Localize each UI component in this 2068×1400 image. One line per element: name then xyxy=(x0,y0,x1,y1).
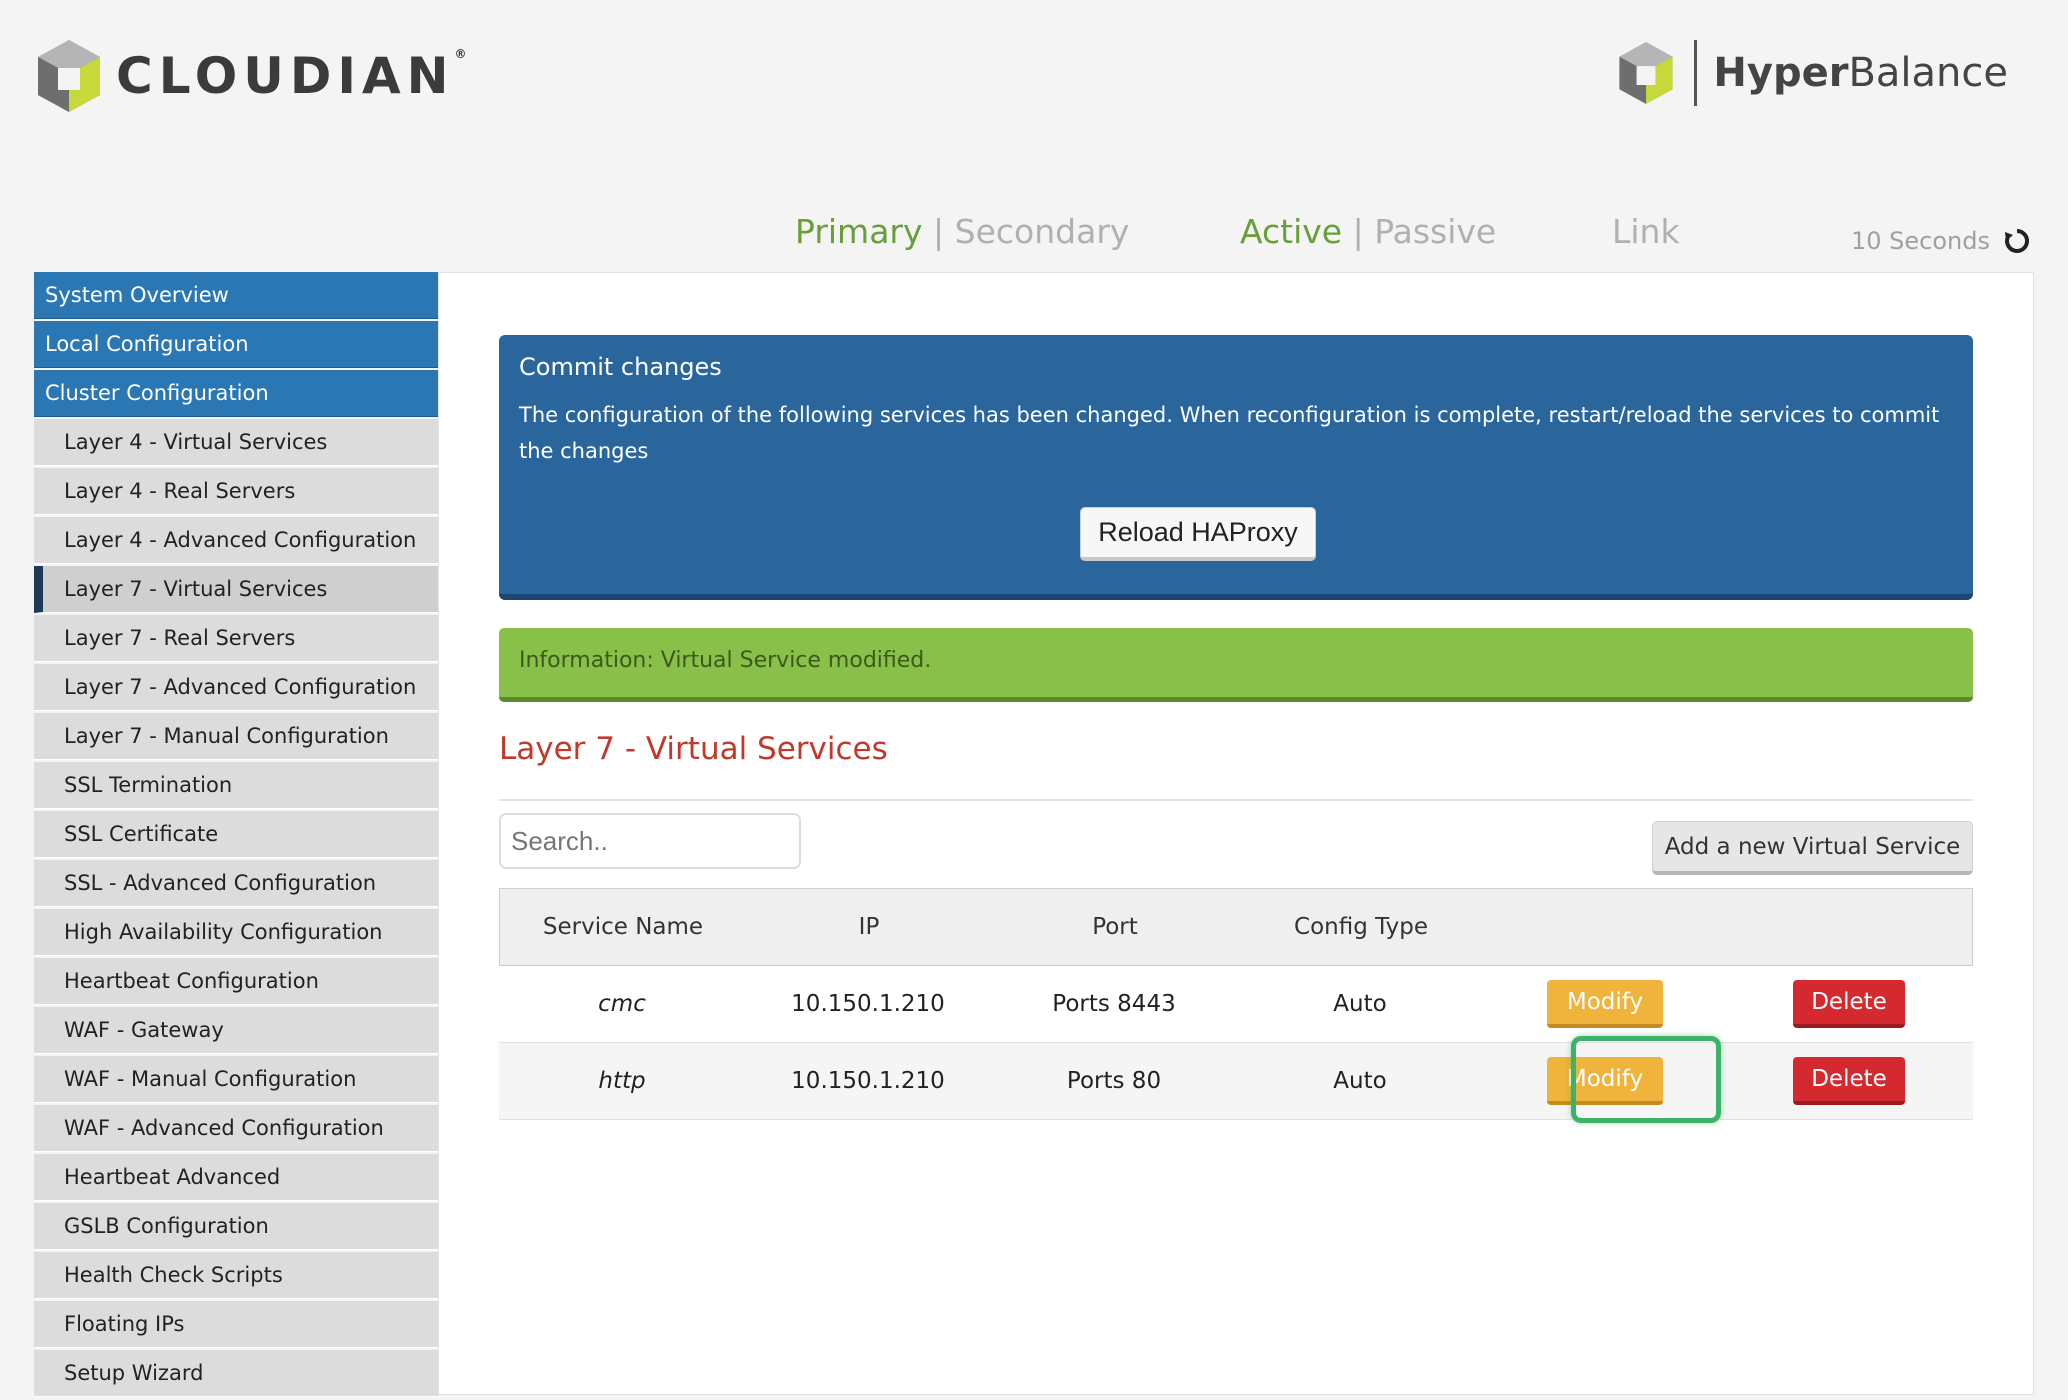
sidebar-item-gslb-configuration[interactable]: GSLB Configuration xyxy=(34,1203,438,1250)
sidebar-item-waf-manual-configuration[interactable]: WAF - Manual Configuration xyxy=(34,1056,438,1103)
table-row: http 10.150.1.210 Ports 80 Auto Modify D… xyxy=(499,1043,1973,1120)
sidebar-item-system-overview[interactable]: System Overview xyxy=(34,272,438,319)
cloudian-cube-icon xyxy=(38,40,100,112)
delete-button[interactable]: Delete xyxy=(1793,980,1905,1028)
table-row: cmc 10.150.1.210 Ports 8443 Auto Modify … xyxy=(499,966,1973,1043)
modify-button[interactable]: Modify xyxy=(1547,980,1663,1028)
virtual-services-table: Service Name IP Port Config Type cmc 10.… xyxy=(499,888,1973,1120)
column-header-port[interactable]: Port xyxy=(992,914,1238,940)
main-panel: Commit changes The configuration of the … xyxy=(438,272,2034,1395)
sidebar-item-waf-advanced-configuration[interactable]: WAF - Advanced Configuration xyxy=(34,1105,438,1152)
sidebar-item-heartbeat-configuration[interactable]: Heartbeat Configuration xyxy=(34,958,438,1005)
commit-message: The configuration of the following servi… xyxy=(519,403,1940,463)
sidebar-item-high-availability-configuration[interactable]: High Availability Configuration xyxy=(34,909,438,956)
sidebar-item-ssl-termination[interactable]: SSL Termination xyxy=(34,762,438,809)
sidebar-item-ssl-certificate[interactable]: SSL Certificate xyxy=(34,811,438,858)
ip-cell: 10.150.1.210 xyxy=(791,1068,945,1094)
refresh-interval-label: 10 Seconds xyxy=(1851,227,1990,255)
hyperbalance-logo: HyperBalance xyxy=(1616,40,2008,106)
sidebar-item-heartbeat-advanced[interactable]: Heartbeat Advanced xyxy=(34,1154,438,1201)
refresh-timer[interactable]: 10 Seconds xyxy=(1851,226,2032,256)
table-header: Service Name IP Port Config Type xyxy=(499,888,1973,966)
add-virtual-service-button[interactable]: Add a new Virtual Service xyxy=(1652,821,1973,875)
info-alert: Information: Virtual Service modified. xyxy=(499,628,1973,702)
sidebar-item-layer7-virtual-services[interactable]: Layer 7 - Virtual Services xyxy=(34,566,438,613)
primary-link[interactable]: Primary xyxy=(795,212,923,251)
sidebar-item-layer7-manual-configuration[interactable]: Layer 7 - Manual Configuration xyxy=(34,713,438,760)
port-cell: Ports 8443 xyxy=(1052,991,1176,1017)
cloudian-wordmark: CLOUDIAN® xyxy=(116,47,473,105)
column-header-config-type[interactable]: Config Type xyxy=(1238,914,1484,940)
active-link[interactable]: Active xyxy=(1240,212,1342,251)
delete-cell: Delete xyxy=(1727,980,1971,1028)
hyperbalance-cube-icon xyxy=(1619,42,1673,104)
secondary-link[interactable]: Secondary xyxy=(955,212,1130,251)
sidebar-item-cluster-configuration[interactable]: Cluster Configuration xyxy=(34,370,438,417)
sidebar-item-health-check-scripts[interactable]: Health Check Scripts xyxy=(34,1252,438,1299)
sidebar-nav: System Overview Local Configuration Clus… xyxy=(34,272,438,1399)
page-title: Layer 7 - Virtual Services xyxy=(499,731,888,767)
column-header-ip[interactable]: IP xyxy=(746,914,992,940)
config-type-cell: Auto xyxy=(1333,1068,1387,1094)
sidebar-item-setup-wizard[interactable]: Setup Wizard xyxy=(34,1350,438,1397)
sidebar-item-layer4-virtual-services[interactable]: Layer 4 - Virtual Services xyxy=(34,419,438,466)
logo-divider xyxy=(1694,40,1698,106)
node-role-status: Primary | Secondary xyxy=(795,212,1129,251)
sidebar-item-layer7-real-servers[interactable]: Layer 7 - Real Servers xyxy=(34,615,438,662)
port-cell: Ports 80 xyxy=(1066,1068,1162,1094)
status-separator: | xyxy=(933,212,945,251)
delete-button[interactable]: Delete xyxy=(1793,1057,1905,1105)
link-link[interactable]: Link xyxy=(1612,212,1680,251)
link-status: Link xyxy=(1612,212,1680,251)
commit-changes-panel: Commit changes The configuration of the … xyxy=(499,335,1973,600)
service-name-cell: http xyxy=(598,1068,646,1094)
refresh-icon[interactable] xyxy=(2002,226,2032,256)
cloudian-logo: CLOUDIAN® xyxy=(34,38,473,114)
delete-cell: Delete xyxy=(1727,1057,1971,1105)
config-type-cell: Auto xyxy=(1333,991,1387,1017)
sidebar-item-local-configuration[interactable]: Local Configuration xyxy=(34,321,438,368)
sidebar-item-layer4-advanced-configuration[interactable]: Layer 4 - Advanced Configuration xyxy=(34,517,438,564)
commit-title: Commit changes xyxy=(519,353,722,381)
modify-cell: Modify xyxy=(1483,980,1727,1028)
reload-haproxy-button[interactable]: Reload HAProxy xyxy=(1080,507,1316,561)
search-input[interactable] xyxy=(499,813,801,869)
ha-state-status: Active | Passive xyxy=(1240,212,1496,251)
sidebar-item-waf-gateway[interactable]: WAF - Gateway xyxy=(34,1007,438,1054)
sidebar-item-layer4-real-servers[interactable]: Layer 4 - Real Servers xyxy=(34,468,438,515)
modify-button-highlight xyxy=(1571,1036,1721,1123)
ip-cell: 10.150.1.210 xyxy=(791,991,945,1017)
column-header-service-name[interactable]: Service Name xyxy=(500,914,746,940)
title-divider xyxy=(499,799,1973,801)
sidebar-item-layer7-advanced-configuration[interactable]: Layer 7 - Advanced Configuration xyxy=(34,664,438,711)
service-name-cell: cmc xyxy=(598,991,646,1017)
hyperbalance-wordmark: HyperBalance xyxy=(1713,50,2008,96)
passive-link[interactable]: Passive xyxy=(1374,212,1496,251)
status-separator: | xyxy=(1352,212,1364,251)
sidebar-item-floating-ips[interactable]: Floating IPs xyxy=(34,1301,438,1348)
sidebar-item-ssl-advanced-configuration[interactable]: SSL - Advanced Configuration xyxy=(34,860,438,907)
